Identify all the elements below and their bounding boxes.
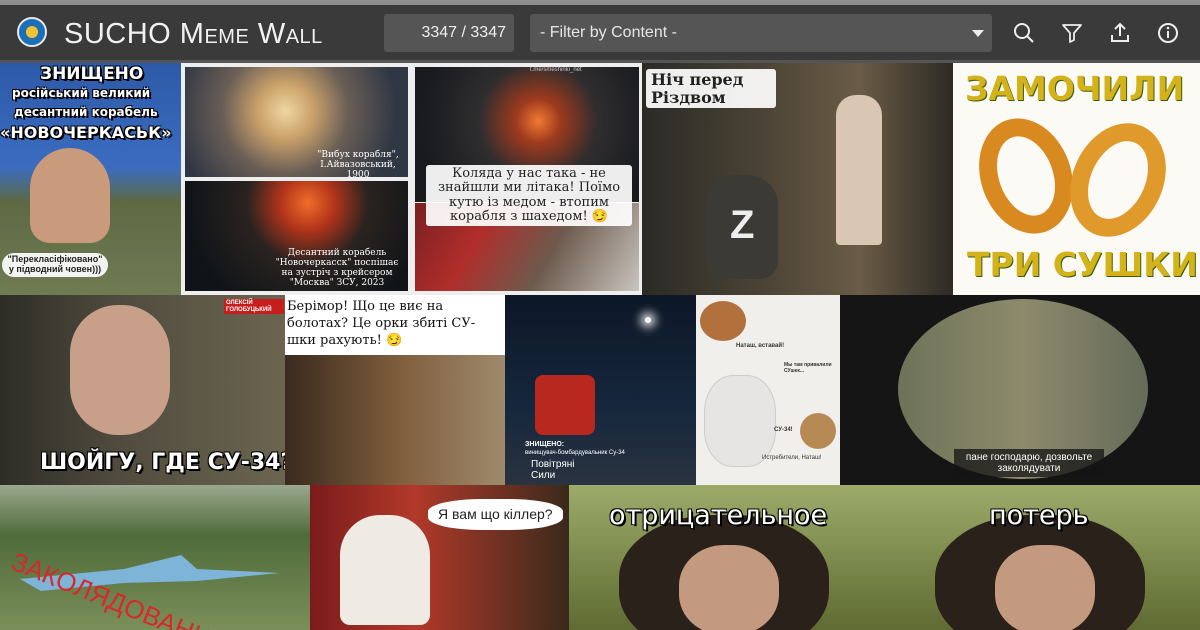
meme-tile-aivazovsky[interactable]: "Вибух корабля", І.Айвазовський, 1900 Де… bbox=[181, 63, 412, 295]
santa-image bbox=[535, 375, 595, 435]
upload-icon[interactable] bbox=[1108, 21, 1132, 45]
meme-caption: пане господарю, дозвольте заколядувати bbox=[954, 449, 1104, 477]
meme-caption: Истребители, Наташ! bbox=[762, 455, 822, 461]
meme-tile-zaluzhny[interactable]: ЗНИЩЕНО російський великий десантний кор… bbox=[0, 63, 181, 295]
meme-caption: Ніч перед Різдвом bbox=[646, 69, 776, 109]
filter-icon[interactable] bbox=[1060, 21, 1084, 45]
star-icon bbox=[645, 317, 651, 323]
meme-caption: російський великий bbox=[12, 86, 151, 100]
cat-image bbox=[704, 375, 776, 467]
meme-caption: потерь bbox=[989, 500, 1089, 531]
brand-label: Повітряні Сили bbox=[531, 459, 575, 481]
meme-tile-prigozhin[interactable]: ОЛЕКСІЙ ГОЛОБУЦЬКИЙ ШОЙГУ, ГДЕ СУ-34? bbox=[0, 295, 285, 485]
info-icon[interactable] bbox=[1156, 21, 1180, 45]
meme-tile-santa-aircraft[interactable]: ЗНИЩЕНО: винищувач-бомбардувальник Су-34… bbox=[505, 295, 696, 485]
meme-caption: ЗАМОЧИЛИ bbox=[965, 69, 1185, 108]
chimp-face-image bbox=[995, 545, 1095, 630]
search-icon[interactable] bbox=[1012, 21, 1036, 45]
meme-tile-cats[interactable]: Наташ, вставай! Мы там привалили СУшек..… bbox=[696, 295, 840, 485]
film-still-image bbox=[285, 355, 505, 485]
cat-image bbox=[800, 413, 836, 449]
meme-caption: винищувач-бомбардувальник Су-34 bbox=[525, 450, 625, 456]
meme-caption: отрицательное bbox=[609, 500, 828, 531]
speech-bubble: "Перекласіфіковано" у підводний човен))) bbox=[2, 253, 108, 277]
meme-caption: десантний корабель bbox=[14, 105, 158, 119]
chimp-face-image bbox=[679, 545, 779, 630]
figure-image bbox=[836, 95, 882, 245]
bagel-image bbox=[963, 105, 1089, 247]
meme-tile-kolyada[interactable]: Коляда у нас така - не знайшли ми літака… bbox=[412, 63, 642, 295]
meme-tile-chimp-left[interactable]: отрицательное bbox=[569, 485, 885, 630]
meme-caption: Коляда у нас така - не знайшли ми літака… bbox=[426, 165, 632, 227]
meme-tile-killer-santa[interactable]: Я вам що кіллер? bbox=[310, 485, 569, 630]
sucho-logo-icon bbox=[17, 17, 47, 47]
santa-image bbox=[340, 515, 430, 625]
meme-tile-try-sushky[interactable]: ЗАМОЧИЛИ ТРИ СУШКИ bbox=[953, 63, 1200, 295]
sack-letter: Z bbox=[730, 203, 755, 247]
meme-caption: «НОВОЧЕРКАСЬК» bbox=[0, 123, 172, 142]
app-title: SUCHO Meme Wall bbox=[64, 18, 323, 50]
meme-caption: Десантний корабель "Новочеркасск" поспіш… bbox=[275, 248, 399, 288]
meme-caption: Наташ, вставай! bbox=[736, 343, 785, 349]
meme-caption: ШОЙГУ, ГДЕ СУ-34? bbox=[40, 450, 285, 475]
meme-tile-chimp-right[interactable]: потерь bbox=[885, 485, 1200, 630]
filter-placeholder: - Filter by Content - bbox=[540, 24, 677, 41]
meme-caption: ТРИ СУШКИ bbox=[967, 245, 1198, 284]
face-image bbox=[30, 148, 110, 243]
meme-caption: Мы там привалили СУшек... bbox=[784, 362, 832, 374]
meme-counter[interactable]: 3347 / 3347 bbox=[384, 14, 514, 52]
meme-caption: СУ-34! bbox=[774, 427, 793, 433]
content-filter-select[interactable]: - Filter by Content - bbox=[530, 14, 992, 52]
chevron-down-icon bbox=[972, 30, 984, 37]
meme-caption: ЗНИЩЕНО bbox=[40, 64, 144, 84]
speech-bubble: Я вам що кіллер? bbox=[428, 499, 563, 531]
face-image bbox=[70, 305, 170, 435]
bagel-image bbox=[1052, 107, 1184, 253]
meme-tile-budanov[interactable]: пане господарю, дозвольте заколядувати bbox=[840, 295, 1200, 485]
meme-caption: "Вибух корабля", І.Айвазовський, 1900 bbox=[317, 150, 399, 180]
meme-caption: Берімор! Що це виє на болотах? Це орки з… bbox=[287, 299, 476, 348]
meme-tile-nich-pered-rizdvom[interactable]: Ніч перед Різдвом Z bbox=[642, 63, 953, 295]
meme-tile-berimor[interactable]: Берімор! Що це виє на болотах? Це орки з… bbox=[285, 295, 505, 485]
meme-tile-zakolyadovani[interactable]: ЗАКОЛЯДОВАНИ bbox=[0, 485, 310, 630]
meme-caption: ЗНИЩЕНО: bbox=[525, 441, 565, 448]
watermark: t.me/smeshinki_net bbox=[530, 67, 582, 73]
badge-label: ОЛЕКСІЙ ГОЛОБУЦЬКИЙ bbox=[224, 299, 284, 315]
cat-image bbox=[700, 301, 746, 341]
top-bar: SUCHO Meme Wall 3347 / 3347 - Filter by … bbox=[0, 5, 1200, 63]
